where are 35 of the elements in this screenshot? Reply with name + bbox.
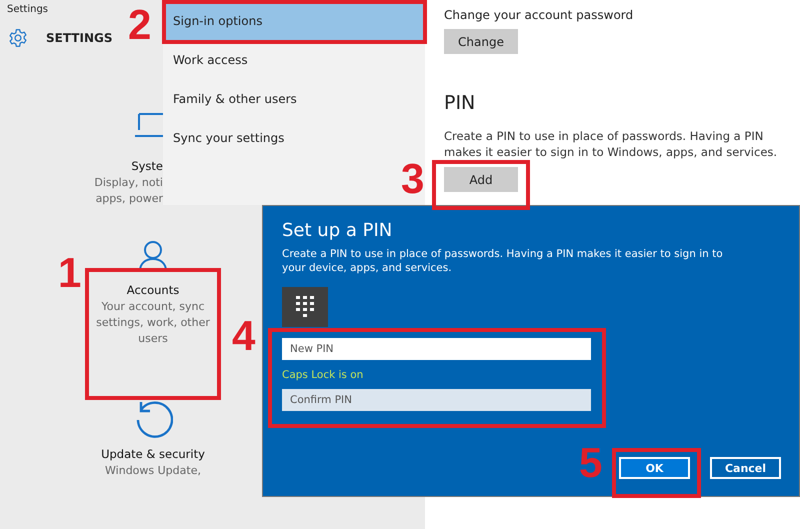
step-number: 2 (128, 4, 152, 46)
tile-title[interactable]: Accounts (126, 282, 180, 299)
keypad-icon (282, 287, 328, 327)
new-pin-field[interactable]: New PIN (282, 338, 591, 360)
menu-item[interactable]: Sign-in options (163, 2, 425, 41)
pin-heading: PIN (444, 92, 476, 114)
step-number: 4 (232, 315, 256, 357)
password-label: Change your account password (444, 8, 634, 22)
dialog-title: Set up a PIN (282, 220, 392, 241)
tile-title[interactable]: Update & security (101, 446, 205, 463)
tile-title[interactable]: Syste (131, 158, 163, 175)
laptop-icon (133, 112, 163, 138)
add-button[interactable]: Add (444, 167, 518, 192)
ok-button[interactable]: OK (619, 457, 690, 479)
tile-description: apps, power (96, 191, 163, 207)
caps-lock-warning: Caps Lock is on (282, 369, 364, 381)
window-title: Settings (6, 3, 50, 15)
menu-item[interactable]: Work access (163, 41, 425, 80)
confirm-pin-field[interactable]: Confirm PIN (282, 389, 591, 411)
settings-icon (8, 28, 28, 48)
tile-description: Display, noti (94, 175, 163, 191)
menu-item[interactable]: Sync your settings (163, 119, 425, 158)
step-number: 5 (579, 442, 602, 484)
tile-description: users (138, 331, 168, 347)
app-title: SETTINGS (46, 31, 112, 45)
tile-description: settings, work, other (96, 315, 210, 331)
step-number: 3 (401, 158, 424, 200)
menu-item[interactable]: Family & other users (163, 80, 425, 119)
tile-description: Your account, sync (101, 299, 205, 315)
tile-description: Windows Update, (105, 463, 201, 479)
cancel-button[interactable]: Cancel (710, 457, 781, 479)
change-button[interactable]: Change (444, 29, 518, 54)
step-number: 1 (58, 252, 82, 294)
dialog-description: Create a PIN to use in place of passwords. Having a PIN makes it easier to sign in to your device, apps, and services. (282, 247, 724, 275)
pin-description: Create a PIN to use in place of passwords. Having a PIN makes it easier to sign in to Windows, apps, and services. (444, 128, 778, 160)
